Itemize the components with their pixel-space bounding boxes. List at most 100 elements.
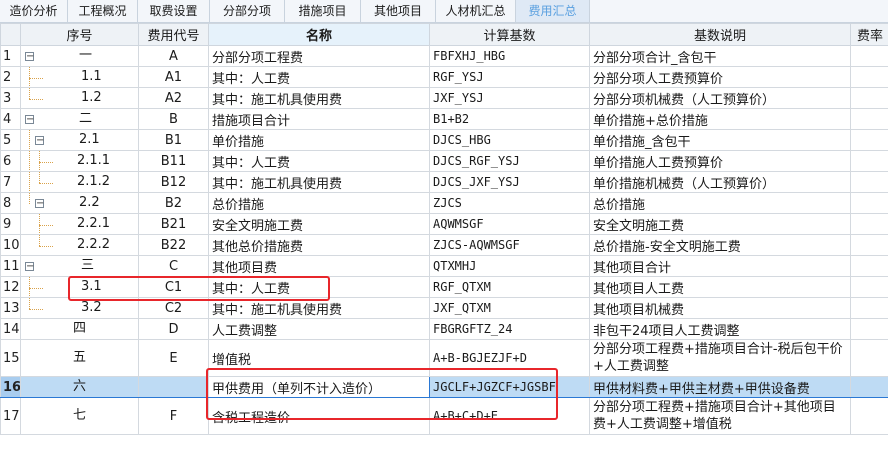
- cell-seq[interactable]: 五: [20, 339, 139, 377]
- cell-code[interactable]: C: [138, 255, 209, 277]
- cell-base[interactable]: FBGRGFTZ_24: [429, 318, 590, 340]
- cell-rate[interactable]: [850, 45, 888, 67]
- cell-seq[interactable]: 1.1: [20, 66, 139, 88]
- cell-base[interactable]: JXF_YSJ: [429, 87, 590, 109]
- header-name[interactable]: 名称: [208, 23, 430, 46]
- cell-desc[interactable]: 总价措施: [589, 192, 851, 214]
- cell-base[interactable]: DJCS_RGF_YSJ: [429, 150, 590, 172]
- tree-collapse-icon[interactable]: −: [35, 136, 44, 146]
- cell-desc[interactable]: 分部分项工程费+措施项目合计-税后包干价+人工费调整: [589, 339, 851, 377]
- cell-name[interactable]: 其中：人工费: [208, 66, 430, 88]
- cell-name[interactable]: 总价措施: [208, 192, 430, 214]
- cell-desc[interactable]: 单价措施_含包干: [589, 129, 851, 151]
- row-number[interactable]: 13: [0, 297, 21, 319]
- cell-name[interactable]: 其中：施工机具使用费: [208, 171, 430, 193]
- cell-desc[interactable]: 分部分项工程费+措施项目合计+其他项目费+人工费调整+增值税: [589, 397, 851, 435]
- header-rate[interactable]: 费率: [850, 23, 888, 46]
- row-number[interactable]: 7: [0, 171, 21, 193]
- cell-code[interactable]: B22: [138, 234, 209, 256]
- cell-code[interactable]: A: [138, 45, 209, 67]
- cell-rate[interactable]: [850, 376, 888, 398]
- row-number[interactable]: 5: [0, 129, 21, 151]
- cell-name[interactable]: 人工费调整: [208, 318, 430, 340]
- cell-rate[interactable]: [850, 192, 888, 214]
- cell-base[interactable]: DJCS_JXF_YSJ: [429, 171, 590, 193]
- cell-seq[interactable]: 2.1.2: [20, 171, 139, 193]
- cell-desc[interactable]: 其他项目合计: [589, 255, 851, 277]
- row-number[interactable]: 15: [0, 339, 21, 377]
- table-row[interactable]: 9 2.2.1 B21 安全文明施工费 AQWMSGF 安全文明施工费: [0, 213, 888, 235]
- cell-desc[interactable]: 单价措施+总价措施: [589, 108, 851, 130]
- cell-name[interactable]: 单价措施: [208, 129, 430, 151]
- cell-base[interactable]: JXF_QTXM: [429, 297, 590, 319]
- cell-rate[interactable]: [850, 318, 888, 340]
- row-number[interactable]: 8: [0, 192, 21, 214]
- cell-base[interactable]: RGF_YSJ: [429, 66, 590, 88]
- row-number[interactable]: 4: [0, 108, 21, 130]
- cell-seq[interactable]: − 2.1: [20, 129, 139, 151]
- tree-collapse-icon[interactable]: −: [25, 262, 34, 272]
- table-row[interactable]: 2 1.1 A1 其中：人工费 RGF_YSJ 分部分项人工费预算价: [0, 66, 888, 88]
- cell-code[interactable]: A2: [138, 87, 209, 109]
- row-number[interactable]: 16: [0, 376, 21, 398]
- cell-code[interactable]: B1: [138, 129, 209, 151]
- cell-rate[interactable]: [850, 339, 888, 377]
- cell-name[interactable]: 分部分项工程费: [208, 45, 430, 67]
- cell-desc[interactable]: 其他项目机械费: [589, 297, 851, 319]
- cell-seq[interactable]: 2.2.1: [20, 213, 139, 235]
- cell-name[interactable]: 其他总价措施费: [208, 234, 430, 256]
- cell-rate[interactable]: [850, 171, 888, 193]
- tab-fee-settings[interactable]: 取费设置: [138, 0, 210, 22]
- row-number[interactable]: 9: [0, 213, 21, 235]
- tab-measure-items[interactable]: 措施项目: [285, 0, 361, 22]
- cell-desc[interactable]: 总价措施-安全文明施工费: [589, 234, 851, 256]
- cell-code[interactable]: B21: [138, 213, 209, 235]
- header-base[interactable]: 计算基数: [429, 23, 590, 46]
- cell-rate[interactable]: [850, 276, 888, 298]
- table-row[interactable]: 8−2.2 B2 总价措施 ZJCS 总价措施: [0, 192, 888, 214]
- row-number[interactable]: 1: [0, 45, 21, 67]
- cell-base[interactable]: B1+B2: [429, 108, 590, 130]
- cell-rate[interactable]: [850, 397, 888, 435]
- header-seq[interactable]: 序号: [20, 23, 139, 46]
- row-number[interactable]: 10: [0, 234, 21, 256]
- cell-name[interactable]: 其中：人工费: [208, 150, 430, 172]
- cell-seq[interactable]: − 二: [20, 108, 139, 130]
- cell-desc[interactable]: 安全文明施工费: [589, 213, 851, 235]
- cell-seq[interactable]: 四: [20, 318, 139, 340]
- cell-desc[interactable]: 非包干24项目人工费调整: [589, 318, 851, 340]
- tab-sub-items[interactable]: 分部分项: [210, 0, 285, 22]
- table-row[interactable]: 10 2.2.2 B22 其他总价措施费 ZJCS-AQWMSGF 总价措施-安全文明施工…: [0, 234, 888, 256]
- cell-seq[interactable]: 七: [20, 397, 139, 435]
- row-number[interactable]: 6: [0, 150, 21, 172]
- cell-rate[interactable]: [850, 297, 888, 319]
- row-number[interactable]: 3: [0, 87, 21, 109]
- cell-rate[interactable]: [850, 213, 888, 235]
- cell-rate[interactable]: [850, 129, 888, 151]
- cell-code[interactable]: B2: [138, 192, 209, 214]
- cell-base[interactable]: ZJCS-AQWMSGF: [429, 234, 590, 256]
- cell-code[interactable]: B: [138, 108, 209, 130]
- cell-code[interactable]: B12: [138, 171, 209, 193]
- table-row[interactable]: 7 2.1.2 B12 其中：施工机具使用费 DJCS_JXF_YSJ 单价措施机械费（人…: [0, 171, 888, 193]
- cell-code[interactable]: F: [138, 397, 209, 435]
- cell-seq[interactable]: 2.1.1: [20, 150, 139, 172]
- cell-rate[interactable]: [850, 234, 888, 256]
- cell-desc[interactable]: 甲供材料费+甲供主材费+甲供设备费: [589, 376, 851, 398]
- table-row[interactable]: 4− 二 B 措施项目合计 B1+B2 单价措施+总价措施: [0, 108, 888, 130]
- tab-other-items[interactable]: 其他项目: [361, 0, 436, 22]
- row-number[interactable]: 17: [0, 397, 21, 435]
- tab-labor-material-summary[interactable]: 人材机汇总: [436, 0, 516, 22]
- header-code[interactable]: 费用代号: [138, 23, 209, 46]
- cell-desc[interactable]: 单价措施机械费（人工预算价）: [589, 171, 851, 193]
- cell-rate[interactable]: [850, 150, 888, 172]
- cell-desc[interactable]: 分部分项合计_含包干: [589, 45, 851, 67]
- tab-fee-summary[interactable]: 费用汇总: [516, 0, 590, 22]
- cell-base[interactable]: AQWMSGF: [429, 213, 590, 235]
- cell-seq[interactable]: − 一: [20, 45, 139, 67]
- cell-seq[interactable]: 2.2.2: [20, 234, 139, 256]
- table-row[interactable]: 6 2.1.1 B11 其中：人工费 DJCS_RGF_YSJ 单价措施人工费预算价: [0, 150, 888, 172]
- table-row[interactable]: 14 四 D 人工费调整 FBGRGFTZ_24 非包干24项目人工费调整: [0, 318, 888, 340]
- cell-seq[interactable]: − 三: [20, 255, 139, 277]
- cell-base[interactable]: ZJCS: [429, 192, 590, 214]
